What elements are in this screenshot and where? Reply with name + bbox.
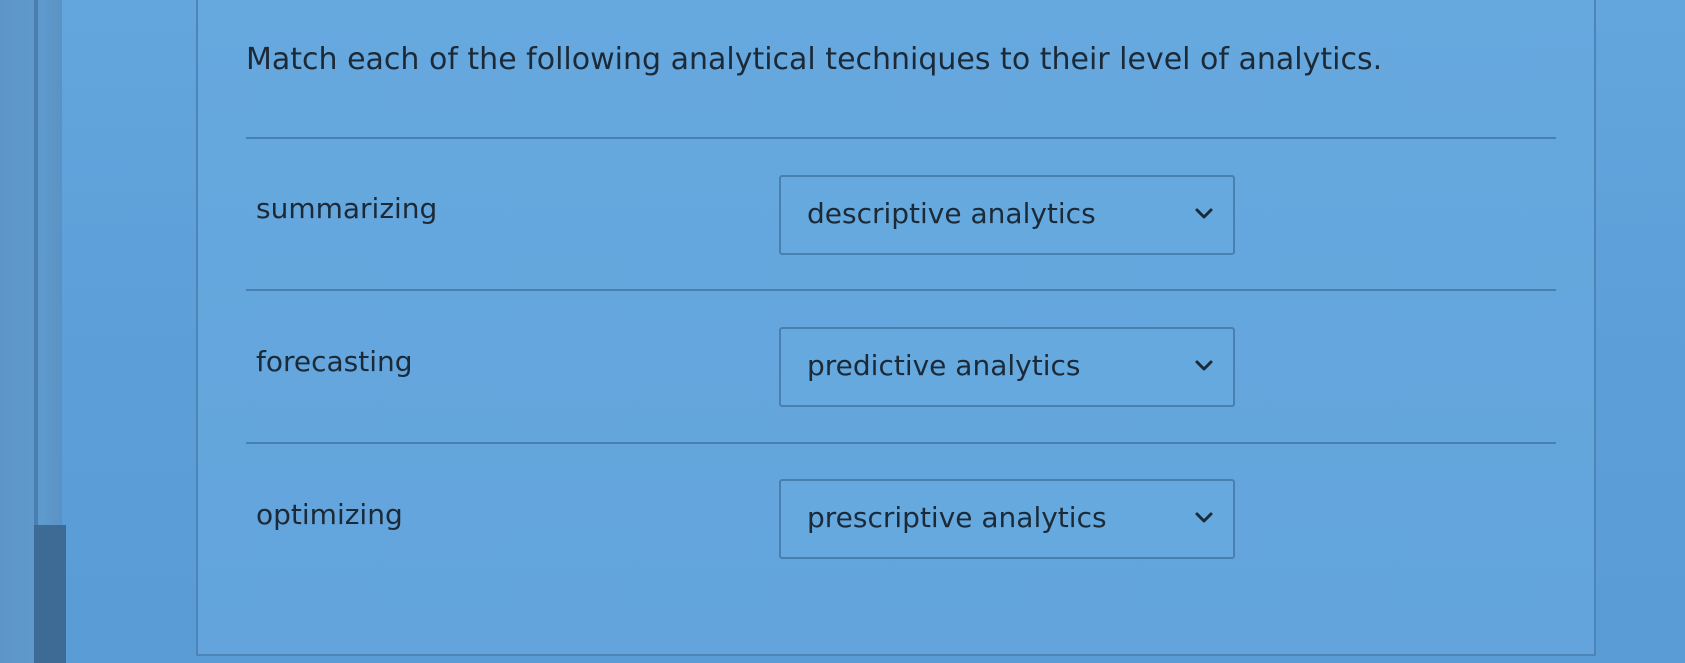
page-background: Match each of the following analytical t… bbox=[0, 0, 1685, 663]
match-term-summarizing: summarizing bbox=[256, 192, 438, 225]
chevron-down-icon bbox=[1195, 512, 1213, 523]
divider bbox=[246, 442, 1556, 444]
match-select-forecasting[interactable]: predictive analytics bbox=[779, 327, 1235, 407]
match-term-forecasting: forecasting bbox=[256, 345, 413, 378]
divider bbox=[246, 137, 1556, 139]
chevron-down-icon bbox=[1195, 208, 1213, 219]
select-value: prescriptive analytics bbox=[807, 501, 1107, 534]
select-value: descriptive analytics bbox=[807, 197, 1096, 230]
chevron-down-icon bbox=[1195, 360, 1213, 371]
question-prompt: Match each of the following analytical t… bbox=[246, 42, 1383, 77]
match-select-summarizing[interactable]: descriptive analytics bbox=[779, 175, 1235, 255]
divider bbox=[246, 289, 1556, 291]
select-value: predictive analytics bbox=[807, 349, 1081, 382]
match-select-optimizing[interactable]: prescriptive analytics bbox=[779, 479, 1235, 559]
match-term-optimizing: optimizing bbox=[256, 498, 403, 531]
left-scroll-indicator bbox=[34, 525, 66, 663]
